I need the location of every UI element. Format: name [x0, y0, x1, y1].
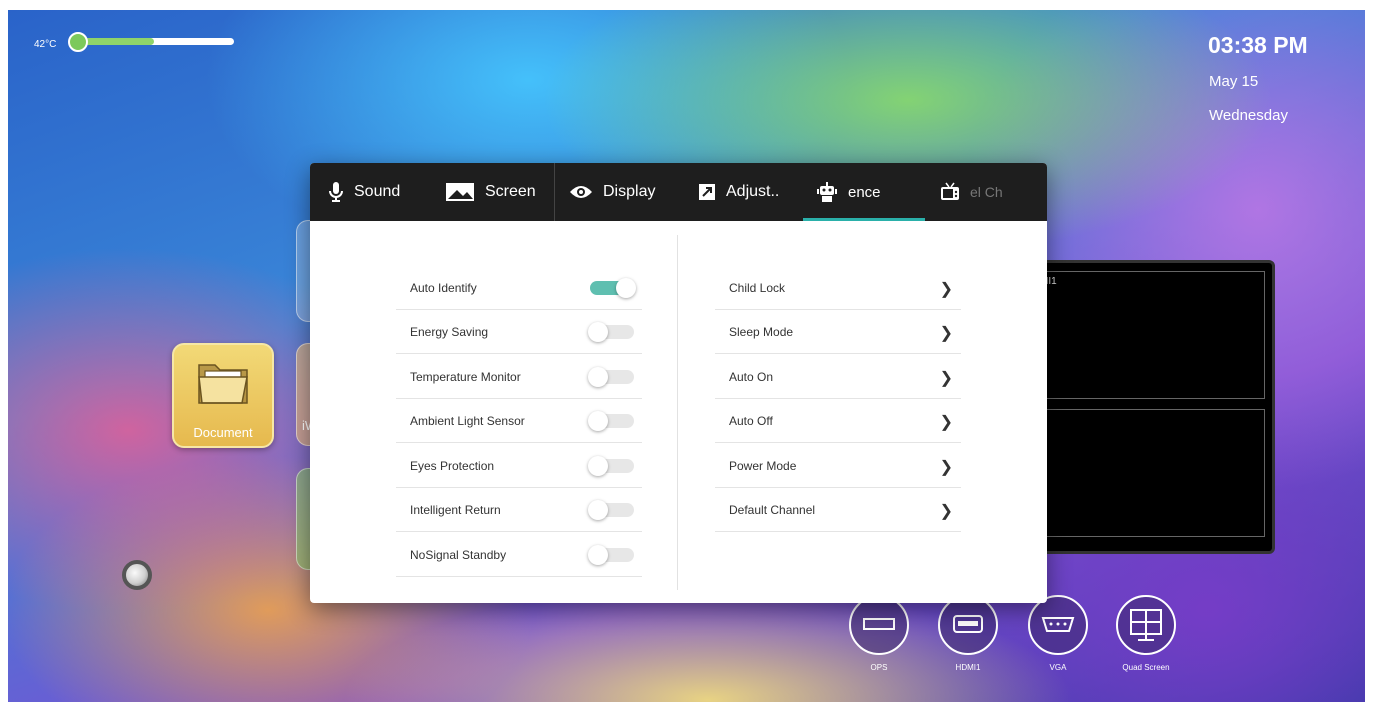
chevron-right-icon: ❯	[939, 325, 953, 342]
quad-screen-icon	[1130, 609, 1162, 641]
chevron-right-icon: ❯	[939, 370, 953, 387]
tab-sound[interactable]: Sound	[328, 163, 400, 221]
floating-home-button[interactable]	[122, 560, 152, 590]
toggle-knob	[588, 322, 608, 342]
toggle-row-temperature-monitor[interactable]: Temperature Monitor	[396, 355, 642, 399]
link-row-auto-on[interactable]: Auto On ❯	[715, 355, 961, 399]
chevron-right-icon: ❯	[939, 459, 953, 476]
source-quad-screen-button[interactable]	[1116, 595, 1176, 655]
source-vga-button[interactable]	[1028, 595, 1088, 655]
preview-cell-top: MI1	[1035, 271, 1265, 399]
quad-preview-panel: MI1 A	[1024, 260, 1275, 554]
tab-screen[interactable]: Screen	[445, 163, 536, 221]
ambient-light-sensor-toggle[interactable]	[588, 411, 634, 431]
document-app-tile[interactable]: Document	[172, 343, 274, 448]
chevron-right-icon: ❯	[939, 503, 953, 520]
tab-display-label: Display	[603, 183, 656, 200]
source-ops-label: OPS	[870, 663, 888, 672]
ambient-light-sensor-label: Ambient Light Sensor	[410, 413, 525, 428]
auto-off-label: Auto Off	[729, 413, 773, 428]
toggle-knob	[588, 500, 608, 520]
auto-on-label: Auto On	[729, 369, 774, 384]
clock-date: May 15	[1209, 73, 1259, 90]
active-tab-indicator	[803, 218, 925, 221]
tab-display[interactable]: Display	[569, 163, 655, 221]
temperature-monitor-label: Temperature Monitor	[410, 369, 521, 384]
toggle-row-energy-saving[interactable]: Energy Saving	[396, 310, 642, 354]
toggle-knob	[588, 367, 608, 387]
temperature-label: 42°C	[34, 39, 57, 50]
temperature-slider-handle[interactable]	[68, 32, 88, 52]
robot-icon	[817, 182, 837, 202]
nosignal-standby-label: NoSignal Standby	[410, 547, 507, 562]
energy-saving-label: Energy Saving	[410, 324, 489, 339]
settings-dialog: Sound Screen Display Adjust.. ence el Ch…	[310, 163, 1047, 603]
source-vga-label: VGA	[1049, 663, 1067, 672]
link-row-auto-off[interactable]: Auto Off ❯	[715, 399, 961, 443]
tab-adjust-label: Adjust..	[726, 183, 780, 200]
temperature-slider[interactable]	[68, 32, 234, 52]
tab-intelligence-label: ence	[848, 183, 881, 201]
ops-icon	[863, 618, 895, 630]
default-channel-label: Default Channel	[729, 502, 816, 517]
toggle-row-eyes-protection[interactable]: Eyes Protection	[396, 444, 642, 488]
toggle-knob	[588, 545, 608, 565]
microphone-icon	[329, 182, 343, 202]
tv-icon	[941, 182, 959, 200]
temperature-monitor-toggle[interactable]	[588, 367, 634, 387]
toggle-row-intelligent-return[interactable]: Intelligent Return	[396, 488, 642, 532]
tab-screen-label: Screen	[485, 183, 536, 200]
toggle-knob	[616, 278, 636, 298]
eyes-protection-label: Eyes Protection	[410, 458, 495, 473]
link-row-default-channel[interactable]: Default Channel ❯	[715, 488, 961, 532]
tab-separator	[554, 163, 555, 221]
tab-intelligence[interactable]: ence	[816, 163, 881, 221]
link-row-child-lock[interactable]: Child Lock ❯	[715, 266, 961, 310]
column-divider	[677, 235, 678, 590]
toggle-row-auto-identify[interactable]: Auto Identify	[396, 266, 642, 310]
settings-tab-bar: Sound Screen Display Adjust.. ence el Ch	[310, 163, 1047, 221]
sleep-mode-label: Sleep Mode	[729, 324, 794, 339]
eyes-protection-toggle[interactable]	[588, 456, 634, 476]
clock-time: 03:38 PM	[1208, 32, 1308, 58]
link-row-sleep-mode[interactable]: Sleep Mode ❯	[715, 310, 961, 354]
toggle-row-ambient-light-sensor[interactable]: Ambient Light Sensor	[396, 399, 642, 443]
tab-adjust[interactable]: Adjust..	[698, 163, 779, 221]
tab-sound-label: Sound	[354, 183, 401, 200]
intelligent-return-toggle[interactable]	[588, 500, 634, 520]
power-mode-label: Power Mode	[729, 458, 797, 473]
nosignal-standby-toggle[interactable]	[588, 545, 634, 565]
preview-cell-bottom: A	[1035, 409, 1265, 537]
source-ops-button[interactable]	[849, 595, 909, 655]
child-lock-label: Child Lock	[729, 280, 786, 295]
eye-icon	[570, 186, 592, 198]
auto-identify-toggle[interactable]	[590, 278, 636, 298]
picture-icon	[446, 183, 474, 201]
folder-icon	[198, 364, 248, 404]
source-hdmi1-button[interactable]	[938, 595, 998, 655]
tab-channel[interactable]: el Ch	[940, 163, 1003, 221]
toggle-row-nosignal-standby[interactable]: NoSignal Standby	[396, 533, 642, 577]
adjust-icon	[699, 184, 715, 200]
toggle-knob	[588, 456, 608, 476]
document-app-label: Document	[193, 425, 253, 440]
vga-icon	[1041, 617, 1075, 632]
source-quad-screen-label: Quad Screen	[1122, 663, 1170, 672]
chevron-right-icon: ❯	[939, 281, 953, 298]
auto-identify-label: Auto Identify	[410, 280, 477, 295]
source-hdmi1-label: HDMI1	[955, 663, 981, 672]
tab-channel-label: el Ch	[970, 184, 1003, 200]
clock-day: Wednesday	[1209, 107, 1288, 124]
toggle-knob	[588, 411, 608, 431]
chevron-right-icon: ❯	[939, 414, 953, 431]
link-row-power-mode[interactable]: Power Mode ❯	[715, 444, 961, 488]
hdmi-icon	[953, 615, 983, 633]
energy-saving-toggle[interactable]	[588, 322, 634, 342]
intelligent-return-label: Intelligent Return	[410, 502, 501, 517]
